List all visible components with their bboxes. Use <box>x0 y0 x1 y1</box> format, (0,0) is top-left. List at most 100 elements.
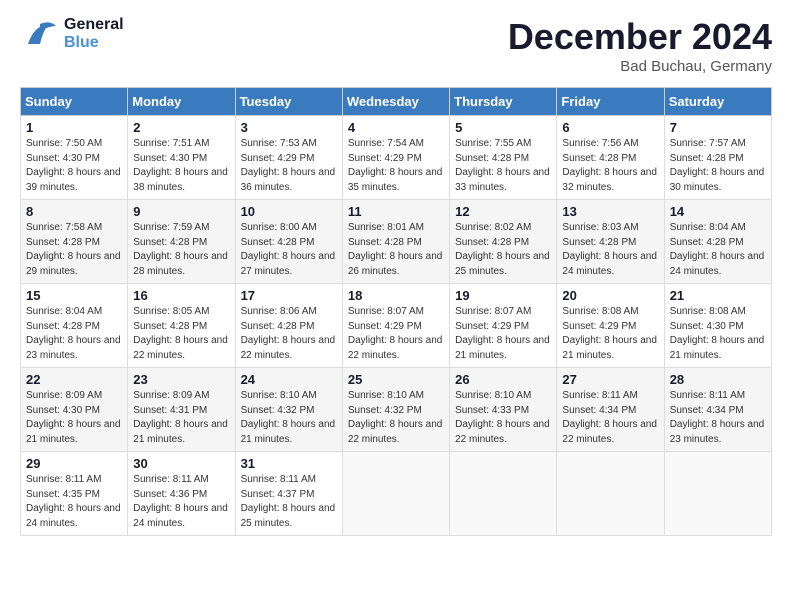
day-number: 21 <box>670 288 766 303</box>
day-info: Sunrise: 7:56 AMSunset: 4:28 PMDaylight:… <box>562 137 658 195</box>
table-row: 30 Sunrise: 8:11 AMSunset: 4:36 PMDayligh… <box>128 452 235 536</box>
day-number: 16 <box>133 288 229 303</box>
day-number: 28 <box>670 372 766 387</box>
table-row: 5 Sunrise: 7:55 AMSunset: 4:28 PMDaylight… <box>450 116 557 200</box>
day-number: 13 <box>562 204 658 219</box>
table-row: 18 Sunrise: 8:07 AMSunset: 4:29 PMDayligh… <box>342 284 449 368</box>
table-row: 15 Sunrise: 8:04 AMSunset: 4:28 PMDayligh… <box>21 284 128 368</box>
title-block: December 2024 Bad Buchau, Germany <box>508 16 772 75</box>
table-row: 16 Sunrise: 8:05 AMSunset: 4:28 PMDayligh… <box>128 284 235 368</box>
day-info: Sunrise: 8:10 AMSunset: 4:32 PMDaylight:… <box>241 389 337 447</box>
day-number: 31 <box>241 456 337 471</box>
day-info: Sunrise: 8:00 AMSunset: 4:28 PMDaylight:… <box>241 221 337 279</box>
col-monday: Monday <box>128 88 235 116</box>
day-number: 17 <box>241 288 337 303</box>
table-row: 21 Sunrise: 8:08 AMSunset: 4:30 PMDayligh… <box>664 284 771 368</box>
logo-text: General Blue <box>64 16 124 51</box>
day-info: Sunrise: 8:11 AMSunset: 4:36 PMDaylight:… <box>133 473 229 531</box>
day-info: Sunrise: 8:09 AMSunset: 4:31 PMDaylight:… <box>133 389 229 447</box>
day-number: 18 <box>348 288 444 303</box>
calendar-body: 1Sunrise: 7:50 AMSunset: 4:30 PMDaylight… <box>21 116 772 536</box>
calendar-week-row: 29Sunrise: 8:11 AMSunset: 4:35 PMDayligh… <box>21 452 772 536</box>
day-info: Sunrise: 7:54 AMSunset: 4:29 PMDaylight:… <box>348 137 444 195</box>
day-number: 6 <box>562 120 658 135</box>
day-info: Sunrise: 8:07 AMSunset: 4:29 PMDaylight:… <box>455 305 551 363</box>
calendar-week-row: 15 Sunrise: 8:04 AMSunset: 4:28 PMDayligh… <box>21 284 772 368</box>
table-row: 26 Sunrise: 8:10 AMSunset: 4:33 PMDayligh… <box>450 368 557 452</box>
day-number: 14 <box>670 204 766 219</box>
table-row: 19 Sunrise: 8:07 AMSunset: 4:29 PMDayligh… <box>450 284 557 368</box>
day-number: 19 <box>455 288 551 303</box>
table-row: 31 Sunrise: 8:11 AMSunset: 4:37 PMDayligh… <box>235 452 342 536</box>
day-number: 11 <box>348 204 444 219</box>
table-row: 17Sunrise: 8:06 AMSunset: 4:28 PMDayligh… <box>235 284 342 368</box>
day-info: Sunrise: 8:11 AMSunset: 4:34 PMDaylight:… <box>670 389 766 447</box>
day-number: 26 <box>455 372 551 387</box>
table-row: 8Sunrise: 7:58 AMSunset: 4:28 PMDaylight… <box>21 200 128 284</box>
table-row: 11 Sunrise: 8:01 AMSunset: 4:28 PMDayligh… <box>342 200 449 284</box>
day-info: Sunrise: 8:11 AMSunset: 4:37 PMDaylight:… <box>241 473 337 531</box>
day-info: Sunrise: 8:01 AMSunset: 4:28 PMDaylight:… <box>348 221 444 279</box>
calendar-week-row: 1Sunrise: 7:50 AMSunset: 4:30 PMDaylight… <box>21 116 772 200</box>
table-row: 20 Sunrise: 8:08 AMSunset: 4:29 PMDayligh… <box>557 284 664 368</box>
day-info: Sunrise: 8:08 AMSunset: 4:29 PMDaylight:… <box>562 305 658 363</box>
day-number: 15 <box>26 288 122 303</box>
day-info: Sunrise: 8:05 AMSunset: 4:28 PMDaylight:… <box>133 305 229 363</box>
calendar-header: Sunday Monday Tuesday Wednesday Thursday… <box>21 88 772 116</box>
month-year-title: December 2024 <box>508 16 772 58</box>
table-row: 7Sunrise: 7:57 AMSunset: 4:28 PMDaylight… <box>664 116 771 200</box>
day-number: 7 <box>670 120 766 135</box>
day-info: Sunrise: 8:11 AMSunset: 4:34 PMDaylight:… <box>562 389 658 447</box>
day-info: Sunrise: 8:08 AMSunset: 4:30 PMDaylight:… <box>670 305 766 363</box>
day-info: Sunrise: 8:02 AMSunset: 4:28 PMDaylight:… <box>455 221 551 279</box>
table-row: 2 Sunrise: 7:51 AMSunset: 4:30 PMDaylight… <box>128 116 235 200</box>
table-row: 24 Sunrise: 8:10 AMSunset: 4:32 PMDayligh… <box>235 368 342 452</box>
logo-general: General <box>64 16 124 34</box>
table-row: 14 Sunrise: 8:04 AMSunset: 4:28 PMDayligh… <box>664 200 771 284</box>
header-row: Sunday Monday Tuesday Wednesday Thursday… <box>21 88 772 116</box>
table-row: 27 Sunrise: 8:11 AMSunset: 4:34 PMDayligh… <box>557 368 664 452</box>
day-number: 10 <box>241 204 337 219</box>
table-row: 12 Sunrise: 8:02 AMSunset: 4:28 PMDayligh… <box>450 200 557 284</box>
table-row: 29Sunrise: 8:11 AMSunset: 4:35 PMDayligh… <box>21 452 128 536</box>
logo-icon <box>20 16 60 52</box>
day-info: Sunrise: 8:07 AMSunset: 4:29 PMDaylight:… <box>348 305 444 363</box>
table-row <box>664 452 771 536</box>
col-thursday: Thursday <box>450 88 557 116</box>
day-info: Sunrise: 8:04 AMSunset: 4:28 PMDaylight:… <box>670 221 766 279</box>
page-header: General Blue December 2024 Bad Buchau, G… <box>20 16 772 75</box>
day-info: Sunrise: 7:58 AMSunset: 4:28 PMDaylight:… <box>26 221 122 279</box>
day-number: 27 <box>562 372 658 387</box>
day-number: 2 <box>133 120 229 135</box>
day-info: Sunrise: 7:50 AMSunset: 4:30 PMDaylight:… <box>26 137 122 195</box>
table-row: 1Sunrise: 7:50 AMSunset: 4:30 PMDaylight… <box>21 116 128 200</box>
calendar-table: Sunday Monday Tuesday Wednesday Thursday… <box>20 87 772 536</box>
day-number: 20 <box>562 288 658 303</box>
day-info: Sunrise: 8:04 AMSunset: 4:28 PMDaylight:… <box>26 305 122 363</box>
logo: General Blue <box>20 16 124 52</box>
day-info: Sunrise: 8:11 AMSunset: 4:35 PMDaylight:… <box>26 473 122 531</box>
day-info: Sunrise: 7:51 AMSunset: 4:30 PMDaylight:… <box>133 137 229 195</box>
calendar-week-row: 8Sunrise: 7:58 AMSunset: 4:28 PMDaylight… <box>21 200 772 284</box>
col-friday: Friday <box>557 88 664 116</box>
table-row: 22Sunrise: 8:09 AMSunset: 4:30 PMDayligh… <box>21 368 128 452</box>
table-row: 6 Sunrise: 7:56 AMSunset: 4:28 PMDaylight… <box>557 116 664 200</box>
location-subtitle: Bad Buchau, Germany <box>508 58 772 75</box>
calendar-week-row: 22Sunrise: 8:09 AMSunset: 4:30 PMDayligh… <box>21 368 772 452</box>
logo-blue: Blue <box>64 34 124 52</box>
table-row: 23 Sunrise: 8:09 AMSunset: 4:31 PMDayligh… <box>128 368 235 452</box>
day-number: 30 <box>133 456 229 471</box>
table-row: 13 Sunrise: 8:03 AMSunset: 4:28 PMDayligh… <box>557 200 664 284</box>
day-info: Sunrise: 8:09 AMSunset: 4:30 PMDaylight:… <box>26 389 122 447</box>
day-info: Sunrise: 8:03 AMSunset: 4:28 PMDaylight:… <box>562 221 658 279</box>
day-info: Sunrise: 7:53 AMSunset: 4:29 PMDaylight:… <box>241 137 337 195</box>
day-info: Sunrise: 8:10 AMSunset: 4:32 PMDaylight:… <box>348 389 444 447</box>
day-number: 24 <box>241 372 337 387</box>
table-row: 4Sunrise: 7:54 AMSunset: 4:29 PMDaylight… <box>342 116 449 200</box>
day-number: 23 <box>133 372 229 387</box>
day-info: Sunrise: 7:55 AMSunset: 4:28 PMDaylight:… <box>455 137 551 195</box>
col-wednesday: Wednesday <box>342 88 449 116</box>
day-number: 5 <box>455 120 551 135</box>
day-number: 12 <box>455 204 551 219</box>
day-info: Sunrise: 8:10 AMSunset: 4:33 PMDaylight:… <box>455 389 551 447</box>
